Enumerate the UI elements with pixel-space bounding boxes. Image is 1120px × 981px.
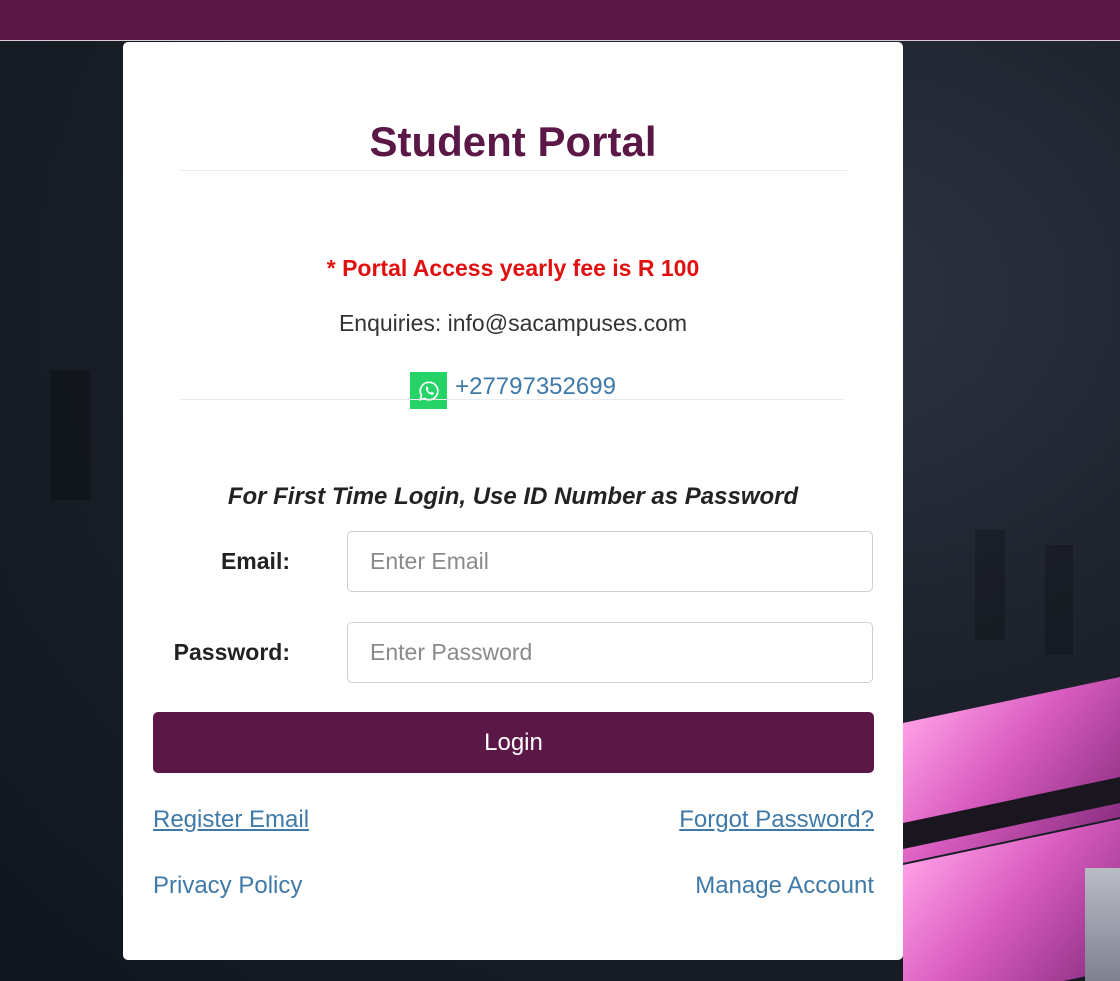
whatsapp-number[interactable]: +27797352699 [455,373,616,401]
divider [180,399,844,400]
forgot-password-link[interactable]: Forgot Password? [679,806,874,834]
whatsapp-contact[interactable]: +27797352699 [123,364,903,409]
whatsapp-icon [410,372,448,409]
privacy-policy-link[interactable]: Privacy Policy [153,872,302,900]
page-title: Student Portal [369,118,657,165]
login-card: Student Portal * Portal Access yearly fe… [123,42,903,960]
first-login-note: For First Time Login, Use ID Number as P… [227,483,799,510]
manage-account-link[interactable]: Manage Account [695,872,874,900]
divider [180,170,847,171]
top-bar [0,0,1120,41]
enquiries-text: Enquiries: info@sacampuses.com [338,310,688,336]
fee-notice: * Portal Access yearly fee is R 100 [326,255,700,281]
login-button[interactable]: Login [153,712,874,773]
email-label: Email: [220,548,290,574]
email-field[interactable] [347,531,873,592]
password-label: Password: [173,639,290,665]
password-field[interactable] [347,622,873,683]
register-email-link[interactable]: Register Email [153,806,309,834]
